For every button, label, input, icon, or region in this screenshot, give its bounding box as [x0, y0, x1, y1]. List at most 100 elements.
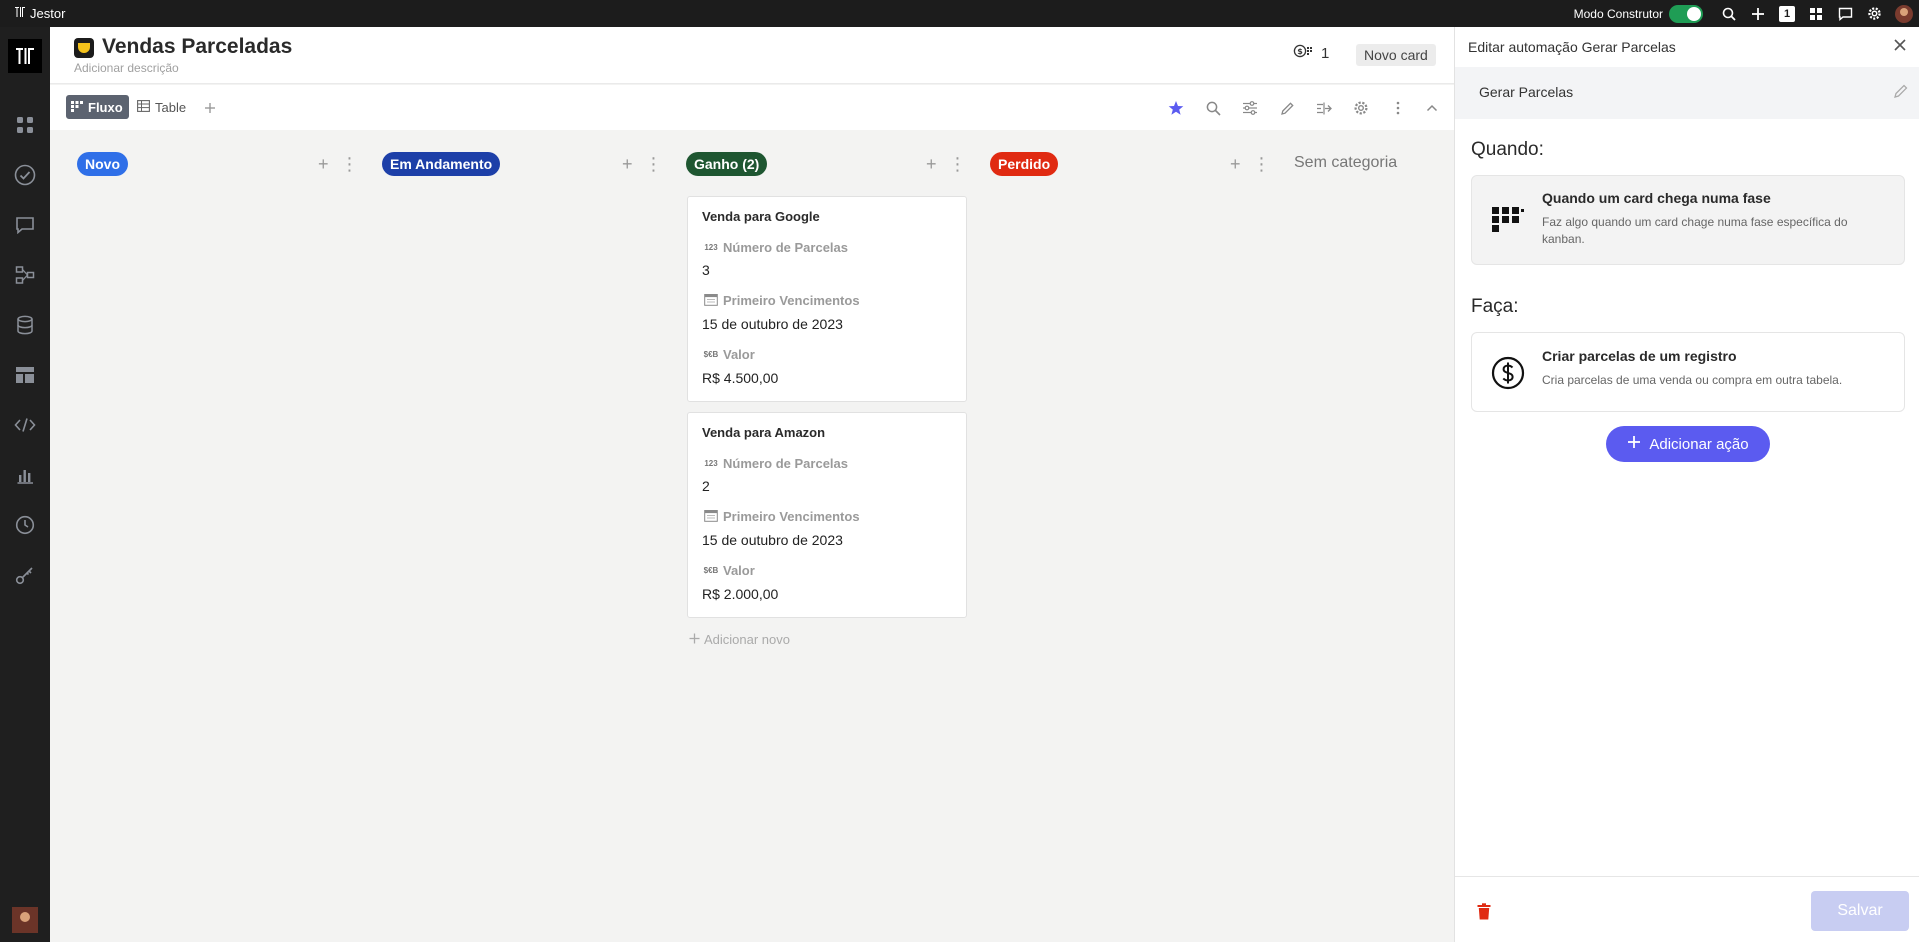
export-icon[interactable] — [1315, 99, 1333, 117]
search-icon[interactable] — [1721, 6, 1737, 22]
add-card-icon[interactable]: + — [1230, 154, 1241, 175]
add-description-link[interactable]: Adicionar descrição — [74, 61, 179, 75]
tab-fluxo[interactable]: Fluxo — [66, 95, 129, 119]
chart-bar-icon[interactable] — [13, 463, 37, 487]
brand[interactable]: Jestor — [14, 6, 65, 21]
stage-pill-novo[interactable]: Novo — [77, 152, 128, 176]
tasks-check-icon[interactable] — [13, 163, 37, 187]
add-card-icon[interactable]: + — [926, 154, 937, 175]
field-value: 2 — [702, 478, 710, 494]
chevron-up-icon[interactable] — [1423, 99, 1441, 117]
jestor-logo-icon — [14, 6, 26, 21]
trigger-title: Quando um card chega numa fase — [1542, 190, 1771, 206]
field-value: R$ 2.000,00 — [702, 586, 779, 602]
automation-count[interactable]: $ 1 — [1293, 44, 1329, 62]
column-header-perdido[interactable]: Perdido — [990, 152, 1059, 176]
brand-name: Jestor — [30, 6, 66, 21]
column-header-novo[interactable]: Novo — [77, 152, 128, 176]
kanban-card[interactable]: Venda para Google 123 Número de Parcelas… — [687, 196, 967, 402]
apps-grid-icon[interactable] — [1808, 6, 1824, 22]
apps-icon[interactable] — [13, 113, 37, 137]
add-card-icon[interactable]: + — [622, 154, 633, 175]
field-label: 123 Número de Parcelas — [702, 240, 848, 255]
automation-editor-panel: Editar automação Gerar Parcelas Gerar Pa… — [1454, 27, 1919, 942]
plus-icon[interactable] — [1750, 6, 1766, 22]
add-view-icon[interactable] — [201, 99, 219, 117]
stage-pill-ganho[interactable]: Ganho (2) — [686, 152, 768, 176]
column-actions-novo: + ⋮ — [318, 154, 359, 175]
field-value: 15 de outubro de 2023 — [702, 532, 843, 548]
clock-icon[interactable] — [13, 513, 37, 537]
page-title[interactable]: Vendas Parceladas — [102, 35, 292, 59]
trash-icon[interactable] — [1477, 903, 1493, 921]
action-card[interactable]: Criar parcelas de um registro Cria parce… — [1471, 332, 1905, 412]
calendar-icon — [702, 293, 720, 308]
automation-count-value: 1 — [1321, 44, 1330, 62]
stage-pill-em-andamento[interactable]: Em Andamento — [382, 152, 501, 176]
column-header-em-andamento[interactable]: Em Andamento — [382, 152, 501, 176]
jestor-logo-icon[interactable] — [8, 39, 42, 73]
pencil-icon[interactable] — [1278, 99, 1296, 117]
column-actions-ganho: + ⋮ — [926, 154, 967, 175]
builder-mode-toggle[interactable] — [1669, 4, 1703, 23]
tab-table[interactable]: Table — [132, 95, 192, 119]
filter-sliders-icon[interactable] — [1241, 99, 1259, 117]
stage-pill-perdido[interactable]: Perdido — [990, 152, 1059, 176]
more-vertical-icon[interactable]: ⋮ — [1253, 154, 1271, 175]
number-field-icon: 123 — [704, 243, 718, 252]
notification-badge[interactable]: 1 — [1779, 5, 1795, 22]
more-vertical-icon[interactable]: ⋮ — [645, 154, 663, 175]
column-header-sem-categoria[interactable]: Sem categoria — [1294, 154, 1397, 172]
code-icon[interactable] — [13, 413, 37, 437]
kanban-board: Novo + ⋮ Em Andamento + ⋮ Ganho (2) + ⋮ … — [50, 130, 1454, 942]
chat-icon[interactable] — [13, 213, 37, 237]
kanban-icon — [71, 100, 83, 115]
gear-icon[interactable] — [1352, 99, 1370, 117]
field-value: 3 — [702, 262, 710, 278]
key-icon[interactable] — [13, 563, 37, 587]
more-vertical-icon[interactable]: ⋮ — [949, 154, 967, 175]
search-icon[interactable] — [1204, 99, 1222, 117]
new-card-button[interactable]: Novo card — [1356, 44, 1436, 66]
add-card-icon[interactable]: + — [318, 154, 329, 175]
more-vertical-icon[interactable]: ⋮ — [341, 154, 359, 175]
star-icon[interactable] — [1167, 99, 1185, 117]
when-heading: Quando: — [1471, 139, 1544, 160]
column-header-ganho[interactable]: Ganho (2) — [686, 152, 768, 176]
automation-icon: $ — [1293, 44, 1315, 62]
trigger-description: Faz algo quando um card chage numa fase … — [1542, 215, 1848, 246]
save-button[interactable]: Salvar — [1811, 891, 1909, 931]
automation-name-field[interactable]: Gerar Parcelas — [1455, 67, 1919, 119]
calendar-icon — [702, 509, 720, 524]
field-label: Primeiro Vencimentos — [702, 509, 860, 524]
tab-fluxo-label: Fluxo — [88, 99, 123, 115]
trigger-card[interactable]: Quando um card chega numa fase Faz algo … — [1471, 175, 1905, 265]
card-title: Venda para Google — [702, 209, 820, 224]
field-value: R$ 4.500,00 — [702, 370, 779, 386]
automation-name: Gerar Parcelas — [1479, 84, 1574, 100]
do-heading: Faça: — [1471, 296, 1519, 317]
builder-mode-label: Modo Construtor — [1573, 6, 1663, 21]
field-label: 123 Número de Parcelas — [702, 456, 848, 471]
gear-icon[interactable] — [1866, 6, 1882, 22]
workflow-icon[interactable] — [13, 263, 37, 287]
chat-icon[interactable] — [1837, 6, 1853, 22]
currency-field-icon: $€B — [703, 566, 719, 575]
field-label: Primeiro Vencimentos — [702, 293, 860, 308]
table-icon — [137, 99, 150, 115]
user-avatar[interactable] — [12, 907, 38, 933]
add-action-button[interactable]: Adicionar ação — [1606, 426, 1770, 462]
more-vertical-icon[interactable] — [1389, 99, 1407, 117]
kanban-card[interactable]: Venda para Amazon 123 Número de Parcelas… — [687, 412, 967, 618]
action-title: Criar parcelas de um registro — [1542, 348, 1737, 364]
add-new-card-link[interactable]: Adicionar novo — [689, 632, 790, 647]
database-icon[interactable] — [13, 313, 37, 337]
user-avatar[interactable] — [1895, 4, 1913, 23]
panel-title: Editar automação Gerar Parcelas — [1468, 39, 1676, 55]
close-icon[interactable] — [1893, 38, 1909, 54]
layout-icon[interactable] — [13, 363, 37, 387]
card-title: Venda para Amazon — [702, 425, 826, 440]
panel-footer: Salvar — [1455, 876, 1919, 942]
pencil-icon[interactable] — [1893, 83, 1911, 101]
page-emoji-icon[interactable] — [74, 38, 94, 58]
